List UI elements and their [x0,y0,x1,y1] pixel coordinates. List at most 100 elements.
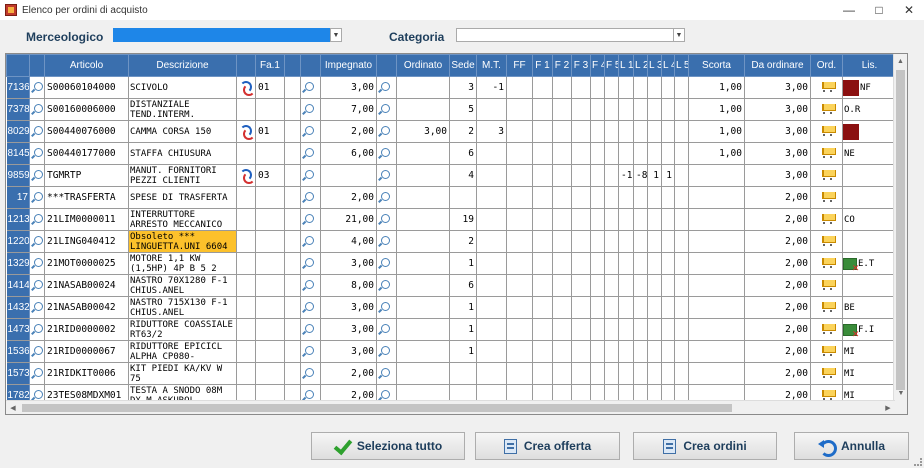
cart-icon[interactable] [819,300,836,313]
order-cell[interactable] [810,98,843,121]
search-icon[interactable] [381,389,390,399]
cart-icon[interactable] [819,278,836,291]
column-header[interactable]: Articolo [44,54,129,77]
lookup-cell[interactable] [300,252,321,275]
sync-cell[interactable] [236,274,256,297]
chevron-down-icon[interactable]: ▼ [330,28,342,42]
search-icon[interactable] [381,345,390,355]
search-icon[interactable] [381,279,390,289]
lookup-cell[interactable] [29,98,45,121]
lookup-cell[interactable] [376,362,397,385]
search-icon[interactable] [381,213,390,223]
search-icon[interactable] [34,257,43,267]
search-icon[interactable] [305,103,314,113]
order-cell[interactable] [810,142,843,165]
listino-cell[interactable] [842,230,897,253]
cart-icon[interactable] [819,146,836,159]
table-row[interactable]: 1536 21RID0000067 RIDUTTORE EPICICL ALPHA … [6,340,897,363]
search-icon[interactable] [34,235,43,245]
column-header[interactable] [376,54,397,77]
order-cell[interactable] [810,164,843,187]
table-row[interactable]: 7136 S00060104000 SCIVOLO 01 3,00 3 -1 1,00 3,00… [6,76,897,99]
lookup-cell[interactable] [376,318,397,341]
search-icon[interactable] [305,257,314,267]
cart-icon[interactable] [819,80,836,93]
search-icon[interactable] [305,279,314,289]
lookup-cell[interactable] [376,296,397,319]
minimize-button[interactable]: — [834,0,864,20]
lookup-cell[interactable] [29,208,45,231]
column-header[interactable]: F 4 [590,54,605,77]
scroll-right-icon[interactable]: ▶ [881,401,895,414]
resize-grip[interactable] [914,458,922,466]
order-cell[interactable] [810,362,843,385]
search-icon[interactable] [34,103,43,113]
lookup-cell[interactable] [376,164,397,187]
excel-remove-icon[interactable] [843,323,859,340]
scroll-left-icon[interactable]: ◀ [6,401,20,414]
listino-cell[interactable]: MI [842,340,897,363]
lookup-cell[interactable] [376,120,397,143]
sync-cell[interactable] [236,296,256,319]
search-icon[interactable] [381,81,390,91]
order-cell[interactable] [810,340,843,363]
sync-icon[interactable] [239,168,255,184]
search-icon[interactable] [34,213,43,223]
search-icon[interactable] [305,367,314,377]
order-cell[interactable] [810,274,843,297]
column-header[interactable]: Ordinato [396,54,450,77]
column-header[interactable] [284,54,301,77]
cart-icon[interactable] [819,212,836,225]
column-header[interactable]: L 4 [661,54,675,77]
sync-cell[interactable] [236,76,256,99]
close-button[interactable]: ✕ [894,0,924,20]
lookup-cell[interactable] [29,296,45,319]
chevron-down-icon[interactable]: ▼ [673,28,685,42]
cart-icon[interactable] [819,234,836,247]
search-icon[interactable] [381,169,390,179]
lookup-cell[interactable] [29,274,45,297]
lookup-cell[interactable] [29,362,45,385]
table-row[interactable]: 1220 21LING040412 Obsoleto *** LINGUETTA.U… [6,230,897,253]
sync-icon[interactable] [239,124,255,140]
lookup-cell[interactable] [300,98,321,121]
lookup-cell[interactable] [300,164,321,187]
search-icon[interactable] [34,323,43,333]
table-row[interactable]: 8145 S00440177000 STAFFA CHIUSURA 6,00 6 1,00… [6,142,897,165]
table-row[interactable]: 8029 S00440076000 CAMMA CORSA 150 01 2,00 3,0… [6,120,897,143]
column-header[interactable]: Sede [449,54,477,77]
sync-cell[interactable] [236,362,256,385]
search-icon[interactable] [381,147,390,157]
column-header[interactable]: F 3 [571,54,591,77]
search-icon[interactable] [381,191,390,201]
search-icon[interactable] [381,367,390,377]
column-header[interactable] [236,54,256,77]
search-icon[interactable] [381,301,390,311]
search-icon[interactable] [305,169,314,179]
lookup-cell[interactable] [376,186,397,209]
sync-icon[interactable] [239,80,255,96]
lookup-cell[interactable] [300,142,321,165]
sync-cell[interactable] [236,142,256,165]
column-header[interactable]: F 5 [604,54,619,77]
create-orders-button[interactable]: Crea ordini [633,432,777,460]
sync-cell[interactable] [236,164,256,187]
excel-remove-icon[interactable] [843,257,859,274]
listino-cell[interactable]: O.R [842,98,897,121]
lookup-cell[interactable] [29,186,45,209]
order-cell[interactable] [810,296,843,319]
listino-cell[interactable]: F.I [842,318,897,341]
cart-icon[interactable] [819,366,836,379]
order-cell[interactable] [810,120,843,143]
lookup-cell[interactable] [29,142,45,165]
column-header[interactable]: Da ordinare [744,54,811,77]
listino-cell[interactable]: BE [842,296,897,319]
lookup-cell[interactable] [300,120,321,143]
lookup-cell[interactable] [376,274,397,297]
order-cell[interactable] [810,318,843,341]
cart-icon[interactable] [819,190,836,203]
lookup-cell[interactable] [376,340,397,363]
search-icon[interactable] [34,125,43,135]
cart-icon[interactable] [819,322,836,335]
order-cell[interactable] [810,76,843,99]
